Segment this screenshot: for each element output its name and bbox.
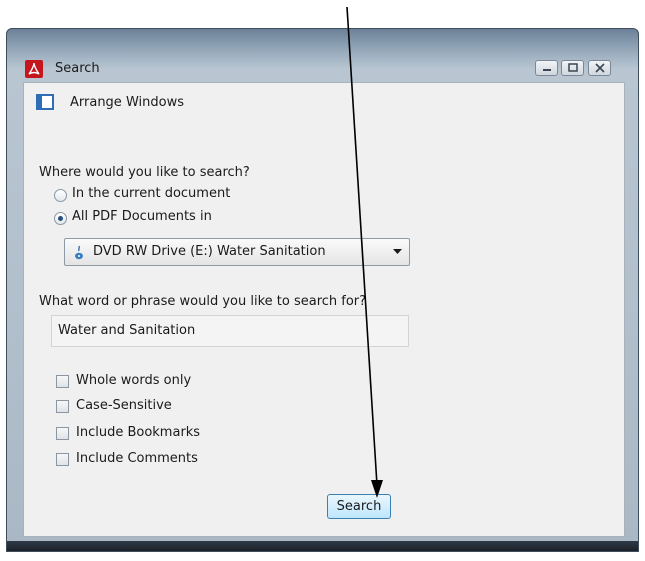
annotation-arrow	[346, 6, 383, 498]
